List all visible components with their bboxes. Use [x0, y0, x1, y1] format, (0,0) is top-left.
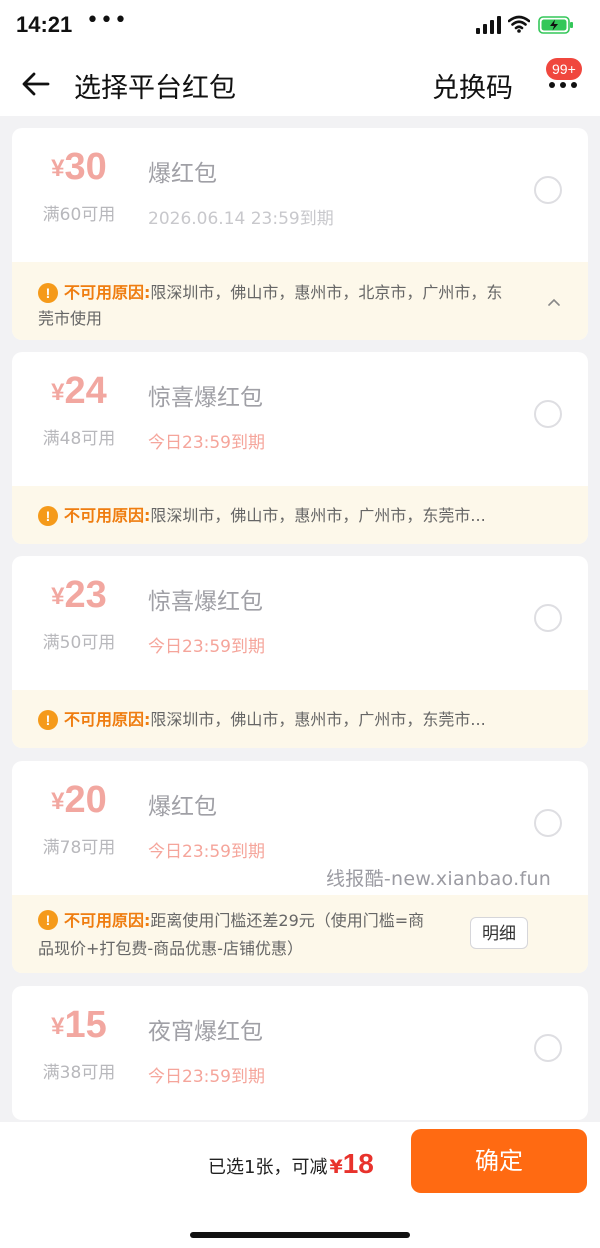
- warning-icon: !: [38, 283, 58, 303]
- confirm-button[interactable]: 确定: [411, 1129, 587, 1193]
- summary-text: 已选1张，可减: [208, 1157, 328, 1178]
- more-options-icon[interactable]: [546, 78, 580, 92]
- watermark: 线报酷-new.xianbao.fun: [326, 868, 552, 890]
- coupon-expiry: 今日23:59到期: [148, 1067, 265, 1087]
- page-title: 选择平台红包: [74, 73, 236, 104]
- coupon-select-radio[interactable]: [534, 176, 562, 204]
- reason-line: 不可用原因:距离使用门槛还差29元（使用门槛=商: [38, 907, 484, 935]
- coupon-expiry: 今日23:59到期: [148, 842, 265, 862]
- bottom-bar: 已选1张，可减 ¥18 确定: [0, 1122, 600, 1248]
- redeem-code-button[interactable]: 兑换码: [432, 66, 513, 105]
- detail-button[interactable]: 明细: [470, 917, 528, 949]
- navigation-bar: 选择平台红包 兑换码 99+: [0, 52, 600, 116]
- status-time: 14:21: [16, 12, 73, 37]
- back-arrow-icon[interactable]: [20, 68, 52, 100]
- unavailable-reason: ! 不可用原因:限深圳市，佛山市，惠州市，广州市，东莞市...: [12, 690, 588, 748]
- reason-line: 不可用原因:限深圳市，佛山市，惠州市，北京市，广州市，东: [38, 280, 534, 306]
- reason-label: 不可用原因:: [64, 506, 151, 525]
- notification-badge: 99+: [546, 58, 582, 80]
- coupon-card[interactable]: ¥30 满60可用 爆红包 2026.06.14 23:59到期 ! 不可用原因…: [12, 128, 588, 340]
- coupon-value: 24: [64, 370, 107, 412]
- coupon-threshold: 满50可用: [42, 633, 116, 653]
- summary-currency: ¥: [329, 1156, 343, 1178]
- warning-icon: !: [38, 710, 58, 730]
- coupon-main: ¥23 满50可用 惊喜爆红包 今日23:59到期: [12, 556, 588, 690]
- coupon-name: 夜宵爆红包: [148, 1019, 263, 1045]
- home-indicator: [190, 1232, 410, 1238]
- coupon-threshold: 满78可用: [42, 838, 116, 858]
- coupon-value: 23: [64, 574, 107, 616]
- coupon-threshold: 满60可用: [42, 205, 116, 225]
- reason-label: 不可用原因:: [64, 710, 151, 729]
- coupon-name: 爆红包: [148, 161, 217, 187]
- coupon-amount: ¥30: [12, 146, 146, 189]
- reason-line: 不可用原因:限深圳市，佛山市，惠州市，广州市，东莞市...: [38, 504, 562, 528]
- coupon-list: ¥30 满60可用 爆红包 2026.06.14 23:59到期 ! 不可用原因…: [0, 116, 600, 1122]
- coupon-main: ¥24 满48可用 惊喜爆红包 今日23:59到期: [12, 352, 588, 486]
- reason-line: 不可用原因:限深圳市，佛山市，惠州市，广州市，东莞市...: [38, 708, 562, 732]
- coupon-expiry: 今日23:59到期: [148, 433, 265, 453]
- wifi-icon: [508, 15, 530, 33]
- currency-symbol: ¥: [51, 379, 65, 406]
- warning-icon: !: [38, 506, 58, 526]
- reason-text: 限深圳市，佛山市，惠州市，北京市，广州市，东: [150, 283, 503, 302]
- chevron-up-icon[interactable]: [548, 296, 560, 308]
- coupon-amount: ¥24: [12, 370, 146, 413]
- coupon-amount: ¥20: [12, 779, 146, 822]
- coupon-amount: ¥23: [12, 574, 146, 617]
- warning-icon: !: [38, 910, 58, 930]
- reason-text: 限深圳市，佛山市，惠州市，广州市，东莞市...: [150, 506, 486, 525]
- coupon-threshold: 满48可用: [42, 429, 116, 449]
- selection-summary: 已选1张，可减 ¥18: [208, 1148, 374, 1180]
- reason-text: 距离使用门槛还差29元（使用门槛=商: [150, 911, 425, 930]
- coupon-name: 爆红包: [148, 794, 217, 820]
- coupon-card[interactable]: ¥15 满38可用 夜宵爆红包 今日23:59到期: [12, 986, 588, 1120]
- currency-symbol: ¥: [51, 583, 65, 610]
- coupon-main: ¥30 满60可用 爆红包 2026.06.14 23:59到期: [12, 128, 588, 262]
- status-dots: •••: [86, 8, 128, 33]
- currency-symbol: ¥: [51, 788, 65, 815]
- coupon-amount: ¥15: [12, 1004, 146, 1047]
- currency-symbol: ¥: [51, 1013, 65, 1040]
- coupon-select-radio[interactable]: [534, 809, 562, 837]
- unavailable-reason: ! 不可用原因:限深圳市，佛山市，惠州市，广州市，东莞市...: [12, 486, 588, 544]
- reason-line-2: 莞市使用: [38, 309, 103, 328]
- coupon-expiry: 2026.06.14 23:59到期: [148, 209, 334, 229]
- summary-amount: 18: [342, 1148, 374, 1179]
- unavailable-reason: ! 不可用原因:限深圳市，佛山市，惠州市，北京市，广州市，东 莞市使用: [12, 262, 588, 340]
- coupon-name: 惊喜爆红包: [148, 385, 263, 411]
- coupon-threshold: 满38可用: [42, 1063, 116, 1083]
- coupon-value: 15: [64, 1004, 107, 1046]
- coupon-expiry: 今日23:59到期: [148, 637, 265, 657]
- coupon-value: 30: [64, 146, 107, 188]
- coupon-main: ¥15 满38可用 夜宵爆红包 今日23:59到期: [12, 986, 588, 1120]
- battery-charging-icon: [538, 16, 573, 34]
- coupon-select-radio[interactable]: [534, 1034, 562, 1062]
- cellular-signal-icon: [476, 16, 501, 34]
- status-bar: 14:21 •••: [0, 0, 600, 52]
- coupon-select-radio[interactable]: [534, 400, 562, 428]
- currency-symbol: ¥: [51, 155, 65, 182]
- coupon-card[interactable]: ¥24 满48可用 惊喜爆红包 今日23:59到期 ! 不可用原因:限深圳市，佛…: [12, 352, 588, 544]
- coupon-select-radio[interactable]: [534, 604, 562, 632]
- reason-text: 限深圳市，佛山市，惠州市，广州市，东莞市...: [150, 710, 486, 729]
- reason-label: 不可用原因:: [64, 911, 151, 930]
- coupon-card[interactable]: ¥23 满50可用 惊喜爆红包 今日23:59到期 ! 不可用原因:限深圳市，佛…: [12, 556, 588, 748]
- reason-label: 不可用原因:: [64, 283, 151, 302]
- unavailable-reason: ! 不可用原因:距离使用门槛还差29元（使用门槛=商 品现价+打包费-商品优惠-…: [12, 895, 588, 973]
- coupon-value: 20: [64, 779, 107, 821]
- coupon-name: 惊喜爆红包: [148, 589, 263, 615]
